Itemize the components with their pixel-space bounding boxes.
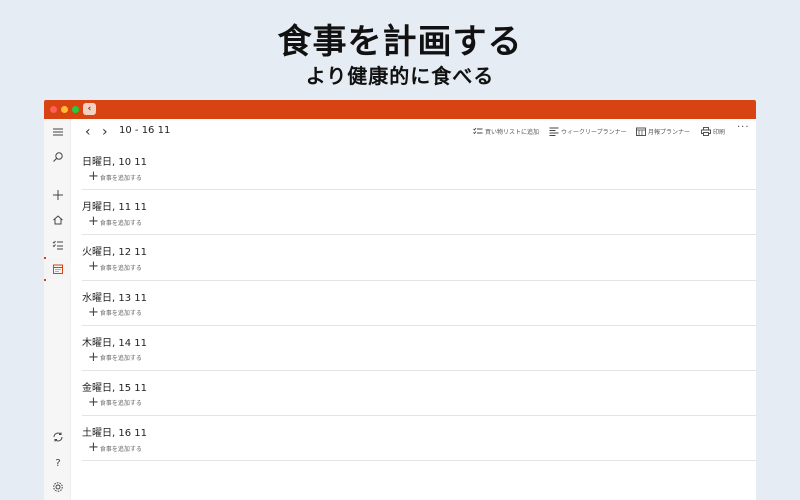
day-row: 金曜日, 15 11 + 食事を追加する [82, 371, 756, 417]
printer-icon [701, 127, 711, 136]
main-content: ‹ › 10 - 16 11 買い物リストに追加 ウィークリープランナー 月報プ… [71, 119, 756, 500]
add-meal-button[interactable]: + 食事を追加する [88, 440, 142, 456]
add-to-shopping-list-button[interactable]: 買い物リストに追加 [473, 127, 539, 136]
day-label: 月曜日, 11 11 [82, 202, 147, 214]
add-meal-label: 食事を追加する [99, 400, 142, 408]
page-subtitle: より健康的に食べる [305, 64, 495, 88]
minimize-window-button[interactable] [61, 106, 68, 113]
add-meal-button[interactable]: + 食事を追加する [88, 169, 142, 184]
day-label: 火曜日, 12 11 [82, 247, 147, 259]
day-label: 日曜日, 10 11 [82, 157, 147, 168]
add-meal-button[interactable]: + 食事を追加する [88, 259, 142, 275]
plus-icon: + [88, 304, 99, 320]
monthly-planner-button[interactable]: 月報プランナー [636, 127, 690, 136]
day-row: 土曜日, 16 11 + 食事を追加する [82, 416, 756, 462]
plus-icon[interactable] [44, 185, 71, 205]
plus-icon: + [88, 349, 99, 365]
day-label: 木曜日, 14 11 [82, 337, 147, 349]
day-row: 木曜日, 14 11 + 食事を追加する [82, 326, 756, 371]
back-button[interactable]: ‹ [83, 103, 96, 115]
add-meal-label: 食事を追加する [99, 310, 142, 318]
day-label: 金曜日, 15 11 [82, 382, 147, 394]
add-to-shopping-list-label: 買い物リストに追加 [485, 129, 540, 136]
day-row: 日曜日, 10 11 + 食事を追加する [82, 145, 756, 191]
add-meal-label: 食事を追加する [99, 355, 142, 363]
add-meal-button[interactable]: + 食事を追加する [88, 349, 142, 365]
add-meal-button[interactable]: + 食事を追加する [88, 304, 142, 320]
add-meal-label: 食事を追加する [99, 445, 142, 453]
date-range: 10 - 16 11 [119, 125, 171, 136]
print-label: 印刷 [713, 129, 726, 136]
checklist-icon[interactable] [44, 235, 71, 255]
add-meal-button[interactable]: + 食事を追加する [88, 214, 142, 230]
svg-text:?: ? [55, 458, 60, 468]
day-row: 水曜日, 13 11 + 食事を追加する [82, 281, 756, 326]
sync-icon[interactable] [44, 427, 71, 447]
weekly-list-icon [549, 127, 559, 136]
plus-icon: + [88, 259, 99, 275]
help-icon[interactable]: ? [44, 452, 71, 472]
plus-icon: + [88, 394, 99, 410]
add-meal-button[interactable]: + 食事を追加する [88, 394, 142, 410]
add-meal-label: 食事を追加する [99, 219, 142, 227]
page-title: 食事を計画する [277, 22, 523, 62]
add-meal-label: 食事を追加する [99, 174, 142, 182]
search-icon[interactable] [44, 147, 71, 167]
day-row: 火曜日, 12 11 + 食事を追加する [82, 235, 756, 281]
more-options-button[interactable]: ··· [737, 122, 750, 133]
day-row: 月曜日, 11 11 + 食事を追加する [82, 190, 756, 236]
settings-icon[interactable] [44, 477, 71, 497]
chevron-right-icon[interactable]: › [102, 125, 108, 139]
calendar-icon[interactable] [44, 259, 71, 279]
plus-icon: + [88, 169, 99, 184]
calendar-icon [636, 127, 646, 136]
plus-icon: + [88, 440, 99, 456]
app-window: ‹ ? ‹ › 10 - 16 11 買い物リストに追加 ウィークリープランナー… [44, 100, 756, 500]
plus-icon: + [88, 214, 99, 230]
close-window-button[interactable] [50, 106, 57, 113]
toolbar: ‹ › 10 - 16 11 買い物リストに追加 ウィークリープランナー 月報プ… [71, 119, 756, 145]
day-label: 土曜日, 16 11 [82, 428, 147, 440]
home-icon[interactable] [44, 210, 71, 230]
zoom-window-button[interactable] [72, 106, 79, 113]
menu-icon[interactable] [44, 122, 71, 142]
day-list: 日曜日, 10 11 + 食事を追加する 月曜日, 11 11 + 食事を追加する … [82, 145, 756, 462]
title-bar: ‹ [44, 100, 756, 119]
day-label: 水曜日, 13 11 [82, 292, 147, 304]
weekly-planner-button[interactable]: ウィークリープランナー [549, 127, 627, 136]
add-meal-label: 食事を追加する [99, 264, 142, 272]
chevron-left-icon[interactable]: ‹ [85, 125, 91, 139]
print-button[interactable]: 印刷 [701, 127, 725, 136]
monthly-planner-label: 月報プランナー [648, 129, 691, 136]
sidebar: ? [44, 119, 71, 500]
checklist-icon [473, 127, 483, 135]
weekly-planner-label: ウィークリープランナー [561, 129, 627, 136]
